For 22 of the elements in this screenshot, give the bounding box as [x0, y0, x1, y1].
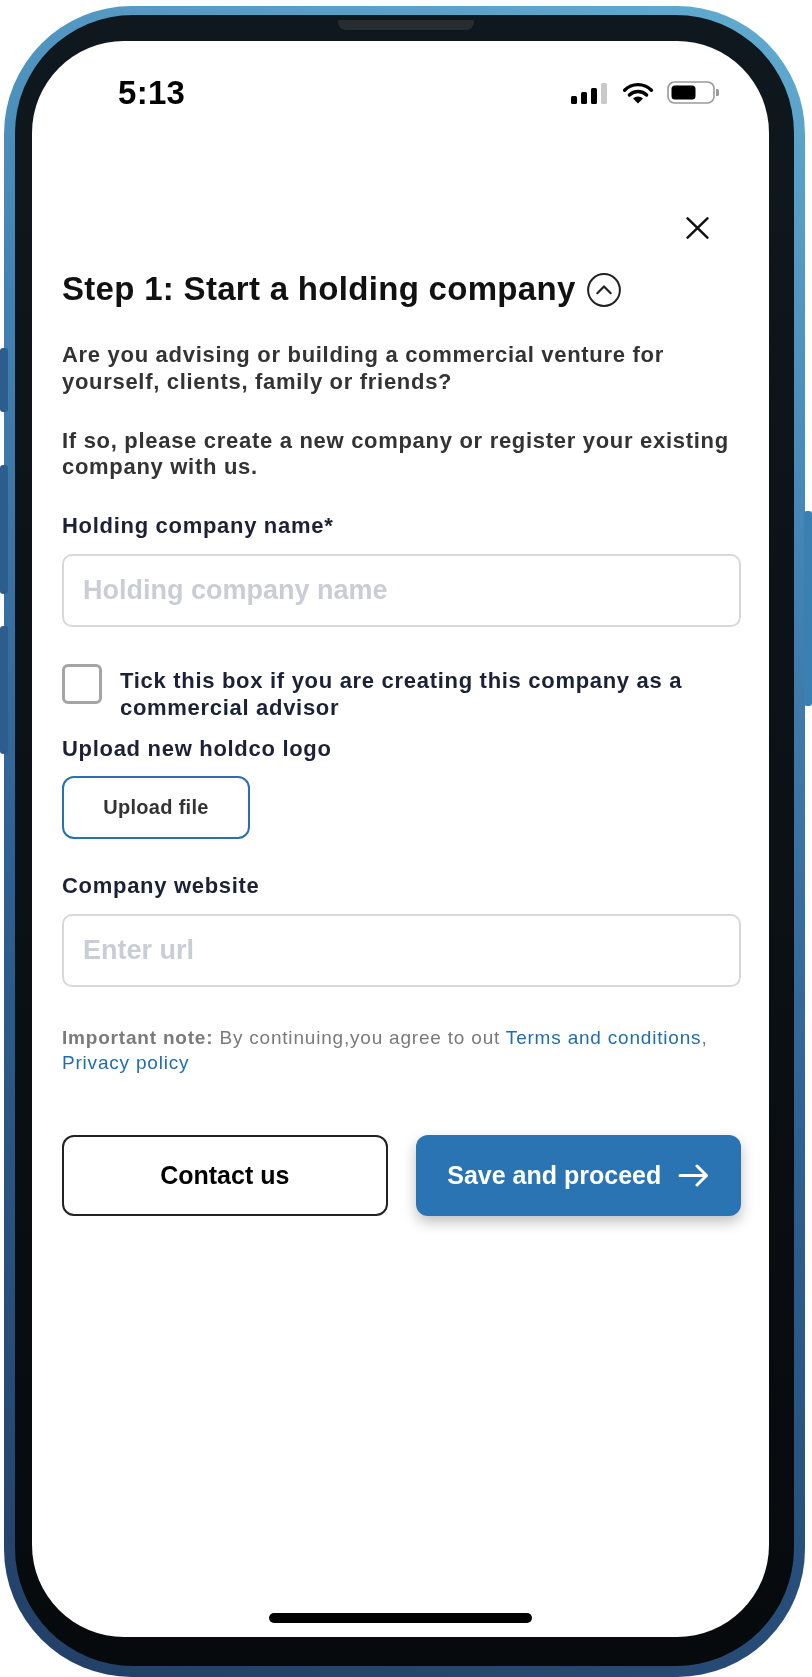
close-icon[interactable]: [686, 217, 709, 239]
arrow-right-icon: [678, 1163, 710, 1187]
field-label: Company website: [62, 872, 261, 899]
intro-paragraph: Are you advising or building a commercial venture for yourself, clients, family or friends?: [62, 342, 665, 395]
signal-icon: [571, 82, 607, 104]
battery-icon: [667, 81, 719, 104]
status-time: 5:13: [118, 76, 186, 109]
wifi-icon: [622, 81, 654, 104]
checkbox-label: Tick this box if you are creating this company as a commercial advisor: [120, 667, 684, 721]
field-label: Holding company name*: [62, 512, 335, 539]
intro-paragraph: If so, please create a new company or register your existing company with us.: [62, 427, 730, 481]
side-key: [0, 348, 8, 412]
text-link[interactable]: Terms and conditions: [505, 1026, 702, 1048]
primary-button[interactable]: Save and proceed: [415, 1134, 741, 1216]
field-label: Upload new holdco logo: [62, 735, 333, 762]
step-title: Step 1: Start a holding company: [62, 270, 576, 308]
upload-button[interactable]: Upload file: [62, 776, 250, 839]
important-note: Important note: By continuing,you agree to out Terms and conditions, Privacy policy: [62, 1025, 709, 1076]
checkbox[interactable]: [62, 664, 102, 704]
text-link[interactable]: Privacy policy: [62, 1052, 190, 1074]
chevron-up-icon[interactable]: [586, 273, 621, 307]
outlined-button[interactable]: Contact us: [62, 1134, 388, 1216]
